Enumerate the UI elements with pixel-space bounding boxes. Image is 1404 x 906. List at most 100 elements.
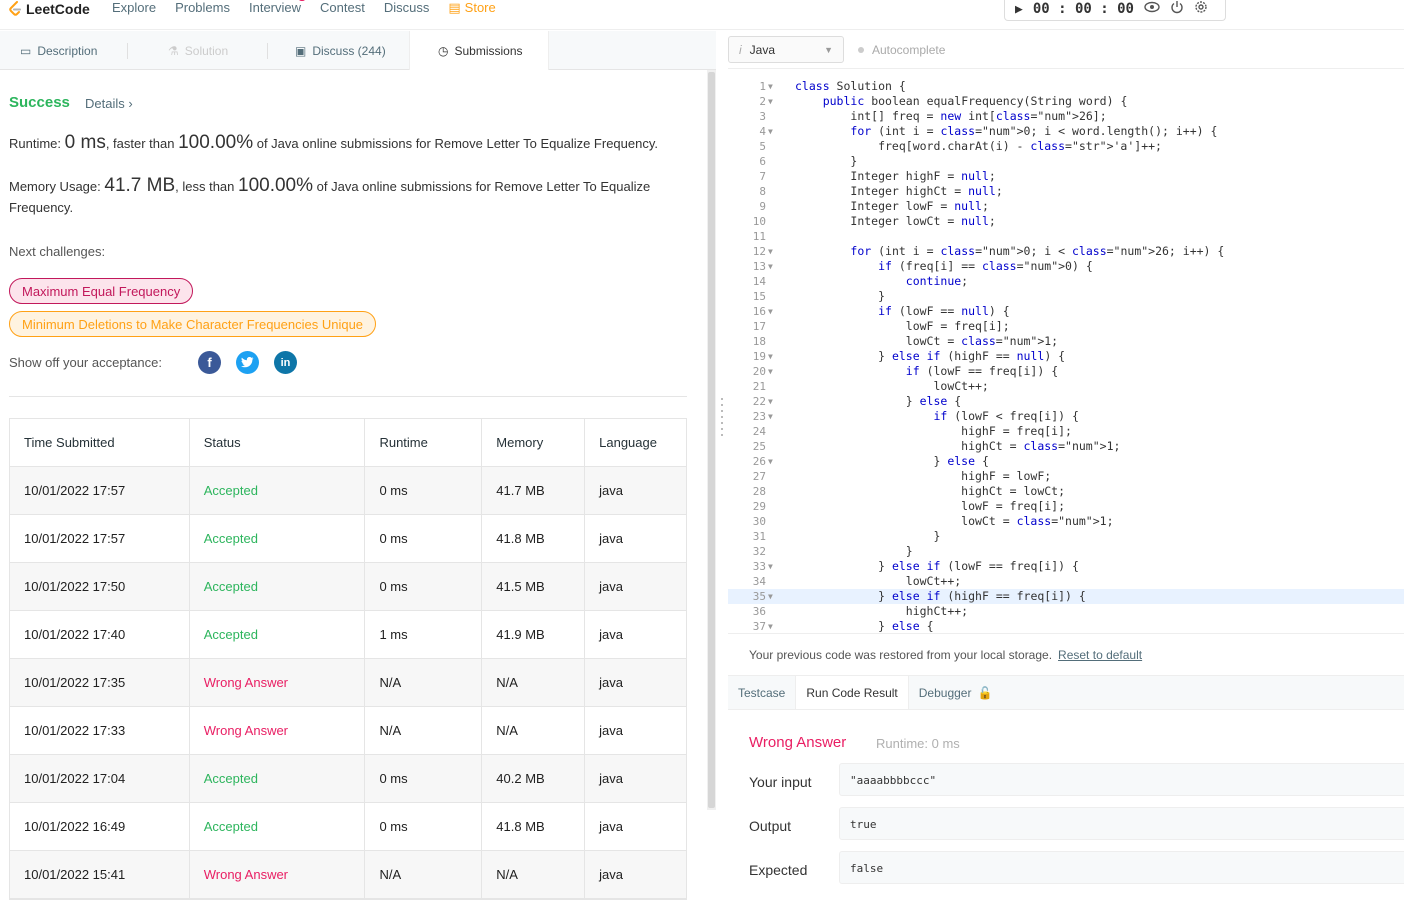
code-line[interactable]: 37 ▼ } else { (728, 619, 1404, 632)
code-line[interactable]: 11 (728, 229, 1404, 244)
tab-debugger[interactable]: Debugger 🔓 (909, 676, 1003, 709)
tab-testcase[interactable]: Testcase (728, 676, 795, 709)
cell-status[interactable]: Accepted (190, 802, 366, 851)
code-line[interactable]: 1 ▼ class Solution { (728, 79, 1404, 94)
left-scrollbar[interactable] (707, 70, 716, 810)
fold-icon[interactable]: ▼ (768, 454, 773, 469)
fold-icon[interactable]: ▼ (768, 394, 773, 409)
fold-icon[interactable]: ▼ (768, 409, 773, 424)
code-line[interactable]: 16 ▼ if (lowF == null) { (728, 304, 1404, 319)
table-row[interactable]: 10/01/2022 16:49 Accepted 0 ms 41.8 MB java (10, 802, 686, 851)
tab-solution[interactable]: ⚗ Solution (128, 31, 268, 70)
tab-description[interactable]: ▭ Description (0, 31, 128, 70)
code-line[interactable]: 28 highCt = lowCt; (728, 484, 1404, 499)
code-line[interactable]: 8 Integer highCt = null; (728, 184, 1404, 199)
cell-status[interactable]: Accepted (190, 562, 366, 611)
code-line[interactable]: 31 } (728, 529, 1404, 544)
code-line[interactable]: 26 ▼ } else { (728, 454, 1404, 469)
code-line[interactable]: 9 Integer lowF = null; (728, 199, 1404, 214)
settings-icon[interactable] (1194, 0, 1208, 18)
cell-status[interactable]: Wrong Answer (190, 850, 366, 899)
header-language[interactable]: Language (585, 419, 686, 467)
fold-icon[interactable]: ▼ (768, 619, 773, 632)
tab-discuss[interactable]: ▣ Discuss (244) (268, 31, 409, 70)
code-line[interactable]: 25 highCt = class="num">1; (728, 439, 1404, 454)
fold-icon[interactable]: ▼ (768, 94, 773, 109)
facebook-icon[interactable]: f (198, 351, 221, 374)
code-line[interactable]: 19 ▼ } else if (highF == null) { (728, 349, 1404, 364)
table-row[interactable]: 10/01/2022 15:41 Wrong Answer N/A N/A java (10, 850, 686, 899)
code-line[interactable]: 23 ▼ if (lowF < freq[i]) { (728, 409, 1404, 424)
nav-contest[interactable]: Contest (320, 0, 365, 16)
header-memory[interactable]: Memory (482, 418, 586, 467)
code-line[interactable]: 27 highF = lowF; (728, 469, 1404, 484)
details-link[interactable]: Details › (85, 96, 133, 111)
code-line[interactable]: 20 ▼ if (lowF == freq[i]) { (728, 364, 1404, 379)
table-row[interactable]: 10/01/2022 17:40 Accepted 1 ms 41.9 MB java (10, 610, 686, 659)
fold-icon[interactable]: ▼ (768, 244, 773, 259)
nav-store[interactable]: ▤ Store (448, 0, 495, 16)
cell-status[interactable]: Accepted (190, 610, 366, 659)
code-line[interactable]: 35 ▼ } else if (highF == freq[i]) { (728, 589, 1404, 604)
code-line[interactable]: 34 lowCt++; (728, 574, 1404, 589)
challenge-maximum-equal-frequency[interactable]: Maximum Equal Frequency (9, 278, 194, 304)
header-time-submitted[interactable]: Time Submitted (10, 418, 190, 467)
eye-icon[interactable] (1144, 1, 1160, 17)
code-editor[interactable]: 1 ▼ class Solution {2 ▼ public boolean equa… (728, 79, 1404, 632)
fold-icon[interactable]: ▼ (768, 559, 773, 574)
nav-discuss[interactable]: Discuss (384, 0, 430, 16)
code-line[interactable]: 12 ▼ for (int i = class="num">0; i < clas… (728, 244, 1404, 259)
panel-resize-handle[interactable] (719, 398, 725, 444)
fold-icon[interactable]: ▼ (768, 79, 773, 94)
cell-status[interactable]: Accepted (190, 466, 366, 515)
code-line[interactable]: 22 ▼ } else { (728, 394, 1404, 409)
linkedin-icon[interactable]: in (274, 351, 297, 374)
fold-icon[interactable]: ▼ (768, 124, 773, 139)
code-line[interactable]: 36 highCt++; (728, 604, 1404, 619)
nav-problems[interactable]: Problems (175, 0, 230, 16)
autocomplete-toggle[interactable]: Autocomplete (858, 43, 945, 57)
code-line[interactable]: 14 continue; (728, 274, 1404, 289)
cell-status[interactable]: Wrong Answer (190, 658, 366, 707)
code-line[interactable]: 18 lowCt = class="num">1; (728, 334, 1404, 349)
code-line[interactable]: 33 ▼ } else if (lowF == freq[i]) { (728, 559, 1404, 574)
code-line[interactable]: 17 lowF = freq[i]; (728, 319, 1404, 334)
challenge-minimum-deletions[interactable]: Minimum Deletions to Make Character Freq… (9, 311, 377, 337)
table-row[interactable]: 10/01/2022 17:33 Wrong Answer N/A N/A java (10, 706, 686, 755)
nav-explore[interactable]: Explore (112, 0, 156, 16)
fold-icon[interactable]: ▼ (768, 589, 773, 604)
leetcode-logo[interactable]: LeetCode (8, 0, 90, 18)
table-row[interactable]: 10/01/2022 17:35 Wrong Answer N/A N/A java (10, 658, 686, 707)
code-line[interactable]: 7 Integer highF = null; (728, 169, 1404, 184)
header-runtime[interactable]: Runtime (365, 418, 483, 467)
table-row[interactable]: 10/01/2022 17:57 Accepted 0 ms 41.8 MB java (10, 514, 686, 563)
code-line[interactable]: 6 } (728, 154, 1404, 169)
code-line[interactable]: 2 ▼ public boolean equalFrequency(String … (728, 94, 1404, 109)
play-icon[interactable]: ▶ (1015, 2, 1023, 17)
code-line[interactable]: 13 ▼ if (freq[i] == class="num">0) { (728, 259, 1404, 274)
fold-icon[interactable]: ▼ (768, 304, 773, 319)
cell-status[interactable]: Wrong Answer (190, 706, 366, 755)
code-line[interactable]: 29 lowF = freq[i]; (728, 499, 1404, 514)
left-scrollbar-thumb[interactable] (708, 72, 715, 808)
cell-status[interactable]: Accepted (190, 754, 366, 803)
code-line[interactable]: 3 int[] freq = new int[class="num">26]; (728, 109, 1404, 124)
fold-icon[interactable]: ▼ (768, 364, 773, 379)
code-line[interactable]: 4 ▼ for (int i = class="num">0; i < word.… (728, 124, 1404, 139)
nav-interview[interactable]: Interview (249, 0, 306, 16)
table-row[interactable]: 10/01/2022 17:57 Accepted 0 ms 41.7 MB java (10, 466, 686, 515)
power-icon[interactable] (1170, 0, 1184, 18)
tab-run-code-result[interactable]: Run Code Result (795, 676, 909, 709)
code-line[interactable]: 30 lowCt = class="num">1; (728, 514, 1404, 529)
tab-submissions[interactable]: ◷ Submissions (409, 31, 549, 70)
fold-icon[interactable]: ▼ (768, 259, 773, 274)
header-status[interactable]: Status (190, 418, 366, 467)
code-line[interactable]: 21 lowCt++; (728, 379, 1404, 394)
code-line[interactable]: 24 highF = freq[i]; (728, 424, 1404, 439)
code-line[interactable]: 32 } (728, 544, 1404, 559)
table-row[interactable]: 10/01/2022 17:04 Accepted 0 ms 40.2 MB java (10, 754, 686, 803)
code-line[interactable]: 15 } (728, 289, 1404, 304)
table-row[interactable]: 10/01/2022 17:50 Accepted 0 ms 41.5 MB java (10, 562, 686, 611)
cell-status[interactable]: Accepted (190, 514, 366, 563)
reset-to-default-link[interactable]: Reset to default (1058, 648, 1142, 662)
